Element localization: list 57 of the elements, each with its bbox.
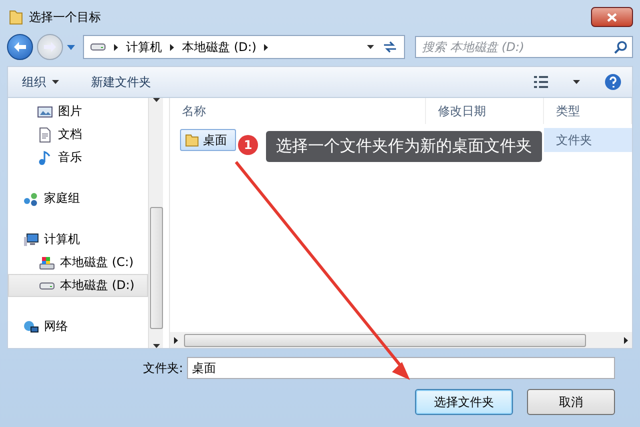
address-bar[interactable]: 计算机 本地磁盘 (D:) (83, 35, 405, 59)
close-icon (607, 12, 617, 22)
sidebar-item[interactable]: 家庭组 (8, 187, 148, 210)
column-header[interactable]: 名称 (170, 98, 426, 124)
caret-icon (367, 45, 374, 49)
computer-icon (23, 232, 39, 248)
back-arrow-icon (13, 41, 27, 53)
history-caret-icon[interactable] (67, 44, 75, 50)
back-button[interactable] (7, 34, 33, 60)
file-row[interactable]: 桌面 (180, 129, 236, 151)
document-icon (37, 126, 53, 142)
column-header[interactable]: 类型 (544, 98, 632, 124)
breadcrumb[interactable]: 本地磁盘 (D:) (182, 38, 256, 56)
chevron-icon (170, 44, 174, 50)
folder-icon (9, 9, 23, 25)
help-icon[interactable] (604, 73, 622, 91)
sidebar-item[interactable]: 图片 (8, 100, 148, 123)
horizontal-scrollbar[interactable] (170, 332, 632, 348)
breadcrumb[interactable]: 计算机 (126, 38, 162, 56)
chevron-icon (114, 44, 118, 50)
sidebar-item[interactable]: 音乐 (8, 146, 148, 169)
close-button[interactable] (591, 7, 633, 27)
caret-icon (573, 80, 580, 84)
column-header[interactable]: 修改日期 (426, 98, 544, 124)
sidebar-item[interactable]: 本地磁盘 (C:) (8, 251, 148, 274)
search-icon (614, 40, 628, 54)
folder-input[interactable]: 桌面 (187, 357, 615, 379)
hard-drive-icon (90, 43, 106, 51)
forward-arrow-icon (43, 41, 57, 53)
hard-drive-icon (39, 282, 55, 290)
annotation-tooltip: 选择一个文件夹作为新的桌面文件夹 (266, 131, 542, 162)
dialog-button[interactable]: 选择文件夹 (415, 389, 513, 415)
chevron-icon (624, 336, 628, 344)
homegroup-icon (23, 190, 39, 206)
network-icon (23, 318, 39, 334)
view-list-icon[interactable] (533, 75, 549, 89)
system-drive-icon (39, 254, 55, 270)
search-field[interactable]: 搜索 本地磁盘 (D:) (415, 36, 633, 58)
window-title: 选择一个目标 (29, 8, 102, 26)
picture-icon (37, 104, 53, 120)
folder-label: 文件夹: (142, 360, 183, 376)
sidebar-item[interactable]: 网络 (8, 315, 148, 338)
dialog-button[interactable]: 取消 (527, 389, 615, 415)
caret-icon (52, 80, 59, 84)
table-cell: 文件夹 (544, 128, 632, 152)
sidebar-item[interactable]: 文档 (8, 123, 148, 146)
chevron-icon (264, 44, 268, 50)
toolbar-button[interactable]: 组织 (18, 72, 63, 92)
sidebar-item[interactable]: 计算机 (8, 228, 148, 251)
music-note-icon (37, 150, 53, 166)
refresh-icon[interactable] (382, 40, 398, 54)
sidebar-item[interactable]: 本地磁盘 (D:) (8, 274, 148, 297)
chevron-icon (174, 336, 178, 344)
toolbar-button[interactable]: 新建文件夹 (87, 72, 155, 92)
vertical-scrollbar[interactable] (148, 98, 163, 348)
caret-icon (152, 344, 160, 348)
folder-icon (185, 133, 199, 147)
